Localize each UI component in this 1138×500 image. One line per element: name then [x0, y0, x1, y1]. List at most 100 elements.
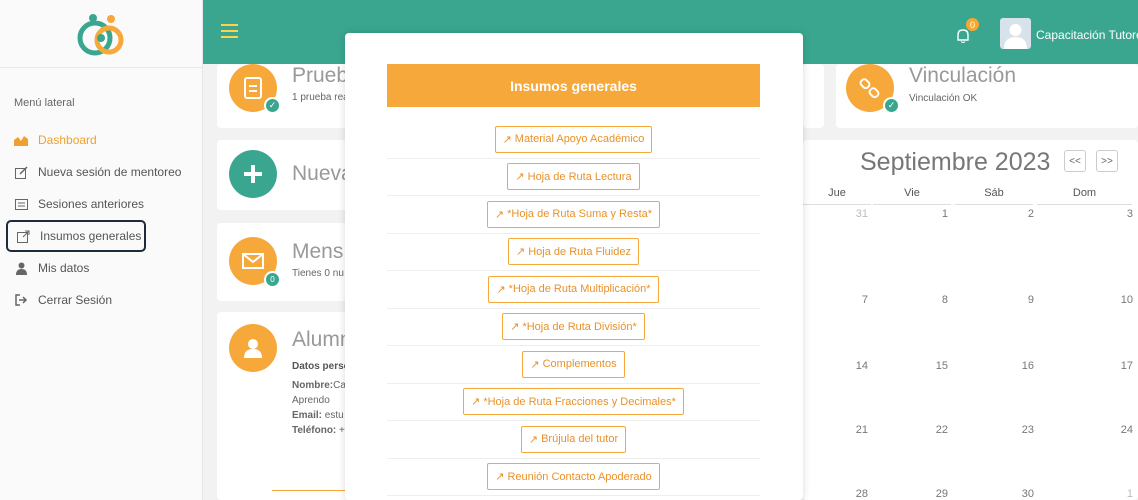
card-placeholder [803, 64, 824, 128]
modal-title: Insumos generales [387, 64, 760, 107]
calendar-day[interactable]: 14 [840, 360, 868, 372]
link-label: Brújula del tutor [541, 433, 619, 446]
card-prueba[interactable]: ✓ Prueb 1 prueba rea [217, 64, 357, 128]
external-link-icon: ↗ [530, 358, 540, 371]
calendar-day-header: Jue [803, 187, 871, 205]
card-vinculacion[interactable]: ✓ Vinculación Vinculación OK [836, 64, 1138, 128]
alumno-aprendo: Aprendo [292, 395, 330, 406]
calendar-day[interactable]: 28 [840, 488, 868, 500]
calendar-day[interactable]: 30 [1006, 488, 1034, 500]
calendar-day[interactable]: 16 [1006, 360, 1034, 372]
message-count-badge: 0 [264, 271, 281, 288]
link-label: *Hoja de Ruta Suma y Resta* [507, 208, 653, 221]
calendar-day[interactable]: 24 [1105, 424, 1133, 436]
card-nueva[interactable]: Nueva [217, 140, 357, 210]
calendar-day[interactable]: 21 [840, 424, 868, 436]
calendar-day[interactable]: 29 [920, 488, 948, 500]
link-reunion-contacto-apoderado[interactable]: ↗ Reunión Contacto Apoderado [487, 463, 660, 491]
calendar-day[interactable]: 17 [1105, 360, 1133, 372]
alumno-telefono: Teléfono: + [292, 425, 345, 436]
user-name[interactable]: Capacitación Tutores [1036, 28, 1138, 42]
sidebar-item-sesiones-anteriores[interactable]: Sesiones anteriores [6, 188, 198, 220]
user-icon [229, 324, 277, 372]
link-hoja-ruta-lectura[interactable]: ↗ Hoja de Ruta Lectura [507, 163, 640, 191]
calendar-day-header: Vie [873, 187, 951, 205]
check-icon: ✓ [264, 97, 281, 114]
sidebar-item-cerrar-sesion[interactable]: Cerrar Sesión [6, 284, 198, 316]
calendar-day[interactable]: 10 [1105, 294, 1133, 306]
link-hoja-ruta-division[interactable]: ↗ *Hoja de Ruta División* [502, 313, 645, 341]
area-chart-icon [14, 133, 28, 147]
calendar-next-button[interactable]: >> [1096, 150, 1118, 172]
card-mensajes[interactable]: 0 Mens Tienes 0 nu [217, 223, 357, 301]
list-item: ↗ Brújula del tutor [387, 421, 760, 459]
card-title: Nueva [292, 162, 353, 185]
list-item: ↗ Reunión Contacto Apoderado [387, 459, 760, 496]
logo[interactable] [0, 0, 202, 68]
calendar-day[interactable]: 2 [1006, 208, 1034, 220]
link-hoja-ruta-fluidez[interactable]: ↗ Hoja de Ruta Fluidez [508, 238, 639, 266]
list-item: ↗ *Hoja de Ruta Multiplicación* [387, 271, 760, 309]
user-avatar[interactable] [1000, 18, 1031, 49]
modal-link-list: ↗ Material Apoyo Académico ↗ Hoja de Ruta … [387, 121, 760, 496]
link-material-apoyo-academico[interactable]: ↗ Material Apoyo Académico [494, 125, 653, 153]
sign-out-icon [14, 293, 28, 307]
card-title: Alumn [292, 328, 352, 351]
sidebar-item-dashboard[interactable]: Dashboard [6, 124, 198, 156]
list-item: ↗ Material Apoyo Académico [387, 121, 760, 159]
edit-icon [14, 165, 28, 179]
external-link-icon: ↗ [515, 171, 525, 184]
calendar-day[interactable]: 8 [920, 294, 948, 306]
user-icon [14, 261, 28, 275]
link-label: Hoja de Ruta Lectura [527, 170, 632, 183]
hamburger-menu-icon[interactable] [221, 24, 238, 42]
calendar-day[interactable]: 31 [840, 208, 868, 220]
card-subtitle: Tienes 0 nu [292, 268, 344, 279]
list-item: ↗ Hoja de Ruta Lectura [387, 159, 760, 196]
calendar-day[interactable]: 15 [920, 360, 948, 372]
calendar-prev-button[interactable]: << [1064, 150, 1086, 172]
link-brujula-tutor[interactable]: ↗ Brújula del tutor [520, 425, 627, 453]
calendar-day[interactable]: 23 [1006, 424, 1034, 436]
sidebar-item-label: Dashboard [38, 133, 97, 147]
link-hoja-ruta-suma-resta[interactable]: ↗ *Hoja de Ruta Suma y Resta* [486, 200, 661, 228]
sidebar-item-label: Sesiones anteriores [38, 197, 145, 211]
calendar-day[interactable]: 1 [920, 208, 948, 220]
bell-icon[interactable] [955, 28, 971, 44]
notification-badge: 0 [966, 18, 979, 31]
sidebar-item-label: Nueva sesión de mentoreo [38, 165, 182, 179]
card-title: Vinculación [909, 64, 1017, 87]
card-subtitle: Vinculación OK [909, 93, 978, 104]
card-title: Mens [292, 240, 344, 263]
link-complementos[interactable]: ↗ Complementos [522, 350, 625, 378]
calendar-day[interactable]: 9 [1006, 294, 1034, 306]
external-link-icon: ↗ [495, 471, 505, 484]
sidebar-title: Menú lateral [14, 97, 75, 109]
alumno-email-value: estu [324, 410, 344, 421]
calendar-day[interactable]: 3 [1105, 208, 1133, 220]
link-hoja-ruta-fracciones-decimales[interactable]: ↗ *Hoja de Ruta Fracciones y Decimales* [463, 388, 684, 416]
external-link-icon: ↗ [510, 321, 520, 334]
alumno-email: Email: estu [292, 410, 344, 421]
list-icon [14, 197, 28, 211]
sidebar-item-insumos-generales[interactable]: Insumos generales [6, 220, 146, 252]
sidebar-item-mis-datos[interactable]: Mis datos [6, 252, 198, 284]
app-logo-icon [77, 13, 124, 55]
calendar-day[interactable]: 7 [840, 294, 868, 306]
external-link-icon: ↗ [528, 433, 539, 446]
external-link-icon [16, 229, 30, 243]
link-hoja-ruta-multiplicacion[interactable]: ↗ *Hoja de Ruta Multiplicación* [488, 275, 659, 303]
check-icon: ✓ [883, 97, 900, 114]
alumno-nombre-label: Nombre: [292, 380, 334, 391]
sidebar-item-label: Mis datos [38, 261, 90, 275]
card-title: Prueb [292, 64, 349, 87]
calendar-day[interactable]: 1 [1105, 488, 1133, 500]
list-item: ↗ Hoja de Ruta Fluidez [387, 234, 760, 271]
sidebar-item-nueva-sesion[interactable]: Nueva sesión de mentoreo [6, 156, 198, 188]
external-link-icon: ↗ [471, 396, 481, 409]
calendar-day[interactable]: 22 [920, 424, 948, 436]
link-label: *Hoja de Ruta Fracciones y Decimales* [483, 395, 676, 408]
external-link-icon: ↗ [502, 133, 512, 146]
sidebar-item-label: Cerrar Sesión [38, 293, 113, 307]
link-label: Reunión Contacto Apoderado [507, 470, 652, 483]
